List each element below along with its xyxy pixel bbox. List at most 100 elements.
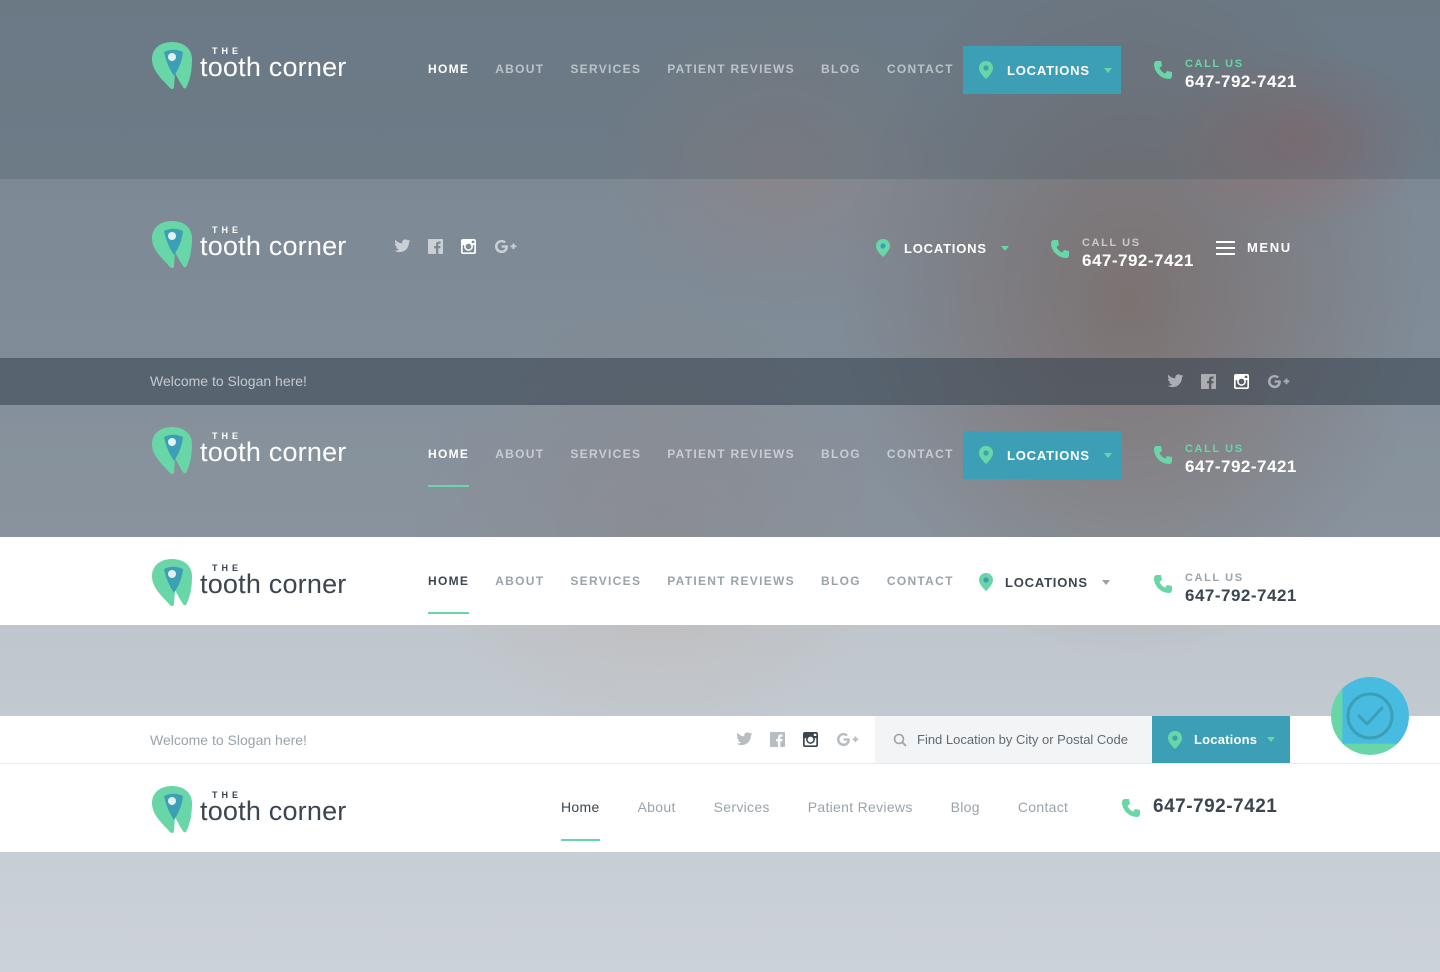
call-us-label: CALL US — [1185, 572, 1244, 584]
instagram-icon[interactable] — [460, 239, 476, 254]
main-nav: HOME ABOUT SERVICES PATIENT REVIEWS BLOG… — [428, 447, 954, 487]
instagram-icon[interactable] — [802, 732, 818, 747]
header-variant-5: THE tooth corner Home About Services Pat… — [0, 764, 1440, 852]
menu-button[interactable]: MENU — [1216, 240, 1292, 255]
nav-patient-reviews[interactable]: Patient Reviews — [808, 799, 913, 815]
nav-home[interactable]: HOME — [428, 62, 469, 76]
main-nav: Home About Services Patient Reviews Blog… — [561, 799, 1068, 841]
nav-home[interactable]: HOME — [428, 447, 470, 487]
header-variant-4: THE tooth corner HOME ABOUT SERVICES PAT… — [0, 537, 1440, 625]
nav-contact[interactable]: CONTACT — [887, 447, 954, 461]
nav-contact[interactable]: Contact — [1018, 799, 1068, 815]
nav-about[interactable]: ABOUT — [495, 62, 544, 76]
nav-about[interactable]: ABOUT — [495, 447, 544, 461]
social-links — [735, 732, 859, 747]
nav-blog[interactable]: BLOG — [821, 62, 861, 76]
locations-button[interactable]: LOCATIONS — [963, 431, 1121, 479]
call-us-label: CALL US — [1185, 443, 1244, 455]
locations-label: LOCATIONS — [1005, 574, 1088, 590]
nav-patient-reviews[interactable]: PATIENT REVIEWS — [667, 62, 795, 76]
phone-icon — [1153, 60, 1173, 80]
locations-button[interactable]: LOCATIONS — [979, 573, 1110, 591]
nav-services[interactable]: SERVICES — [570, 62, 641, 76]
phone-number[interactable]: 647-792-7421 — [1185, 72, 1297, 92]
tooth-logo-icon — [150, 219, 194, 269]
facebook-icon[interactable] — [769, 732, 785, 747]
call-us-label: CALL US — [1082, 237, 1141, 249]
nav-home[interactable]: Home — [561, 799, 600, 841]
location-pin-icon — [979, 446, 993, 464]
social-links — [393, 239, 517, 254]
logo[interactable]: THE tooth corner — [150, 40, 360, 92]
main-nav: HOME ABOUT SERVICES PATIENT REVIEWS BLOG… — [428, 62, 954, 76]
google-plus-icon[interactable] — [835, 732, 859, 747]
phone-icon — [1153, 574, 1173, 594]
header-variant-2: THE tooth corner LOCATIONS CALL US 647-7… — [0, 179, 1440, 358]
logo[interactable]: THE tooth corner — [150, 557, 360, 609]
locations-button[interactable]: LOCATIONS — [876, 239, 1009, 257]
logo[interactable]: THE tooth corner — [150, 219, 360, 271]
twitter-icon[interactable] — [393, 239, 411, 254]
locations-button[interactable]: LOCATIONS — [963, 46, 1121, 94]
logo[interactable]: THE tooth corner — [150, 425, 360, 477]
phone-number[interactable]: 647-792-7421 — [1185, 586, 1297, 606]
instagram-icon[interactable] — [1233, 374, 1249, 389]
locations-button[interactable]: Locations — [1152, 716, 1290, 763]
facebook-icon[interactable] — [1200, 374, 1216, 389]
facebook-icon[interactable] — [427, 239, 443, 254]
nav-about[interactable]: ABOUT — [495, 574, 544, 588]
chevron-down-icon — [1102, 580, 1110, 585]
slogan-text: Welcome to Slogan here! — [150, 373, 307, 389]
nav-home[interactable]: HOME — [428, 574, 470, 614]
nav-blog[interactable]: Blog — [951, 799, 980, 815]
phone-number[interactable]: 647-792-7421 — [1153, 796, 1277, 818]
tooth-logo-icon — [150, 40, 194, 90]
check-badge[interactable] — [1331, 677, 1409, 755]
location-search[interactable] — [875, 716, 1152, 763]
location-search-input[interactable] — [917, 732, 1147, 747]
location-pin-icon — [876, 239, 890, 257]
call-us-label: CALL US — [1185, 58, 1244, 70]
chevron-down-icon — [1104, 453, 1112, 458]
nav-patient-reviews[interactable]: PATIENT REVIEWS — [667, 574, 795, 588]
header-variant-3: THE tooth corner HOME ABOUT SERVICES PAT… — [0, 405, 1440, 537]
logo-wordmark: tooth corner — [200, 231, 347, 261]
nav-contact[interactable]: CONTACT — [887, 574, 954, 588]
logo-wordmark: tooth corner — [200, 52, 347, 82]
phone-icon — [1153, 445, 1173, 465]
phone-number[interactable]: 647-792-7421 — [1185, 457, 1297, 477]
main-nav: HOME ABOUT SERVICES PATIENT REVIEWS BLOG… — [428, 574, 954, 614]
locations-label: LOCATIONS — [904, 240, 987, 256]
nav-services[interactable]: Services — [714, 799, 770, 815]
logo-wordmark: tooth corner — [200, 796, 347, 826]
nav-services[interactable]: SERVICES — [570, 447, 641, 461]
nav-patient-reviews[interactable]: PATIENT REVIEWS — [667, 447, 795, 461]
location-pin-icon — [979, 573, 993, 591]
twitter-icon[interactable] — [735, 732, 753, 747]
nav-services[interactable]: SERVICES — [570, 574, 641, 588]
location-pin-icon — [1168, 731, 1182, 749]
google-plus-icon[interactable] — [493, 239, 517, 254]
topbar-dark: Welcome to Slogan here! — [0, 358, 1440, 405]
search-icon — [893, 733, 907, 747]
hamburger-icon — [1216, 240, 1235, 255]
phone-number[interactable]: 647-792-7421 — [1082, 251, 1194, 271]
logo-wordmark: tooth corner — [200, 437, 347, 467]
header-variant-1: THE tooth corner HOME ABOUT SERVICES PAT… — [0, 0, 1440, 179]
nav-blog[interactable]: BLOG — [821, 574, 861, 588]
phone-icon — [1121, 798, 1141, 818]
phone-icon — [1050, 239, 1070, 259]
chevron-down-icon — [1267, 737, 1275, 742]
logo[interactable]: THE tooth corner — [150, 784, 360, 836]
google-plus-icon[interactable] — [1266, 374, 1290, 389]
logo-wordmark: tooth corner — [200, 569, 347, 599]
twitter-icon[interactable] — [1166, 374, 1184, 389]
nav-about[interactable]: About — [638, 799, 676, 815]
nav-contact[interactable]: CONTACT — [887, 62, 954, 76]
tooth-logo-icon — [150, 784, 194, 834]
nav-blog[interactable]: BLOG — [821, 447, 861, 461]
locations-label: LOCATIONS — [1007, 447, 1090, 463]
locations-label: Locations — [1194, 732, 1258, 747]
tooth-logo-icon — [150, 557, 194, 607]
menu-label: MENU — [1247, 240, 1292, 255]
